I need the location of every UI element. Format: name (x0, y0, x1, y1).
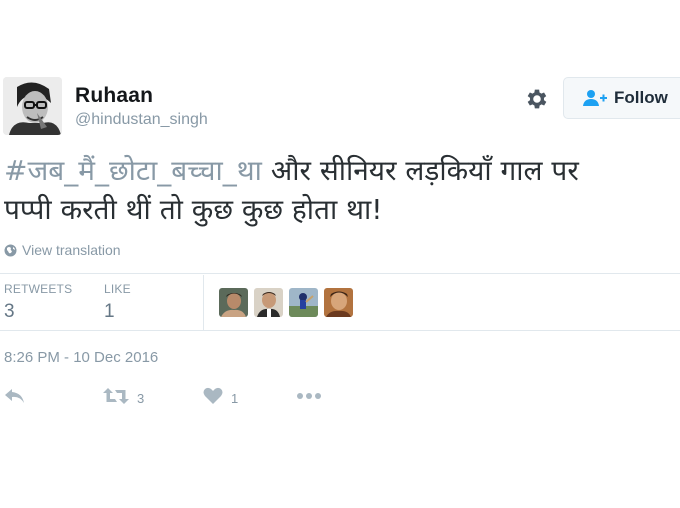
stats-separator (203, 275, 204, 330)
retweets-stat[interactable]: RETWEETS 3 (4, 282, 72, 323)
tweet-text-line-2: पप्पी करती थीं तो कुछ कुछ होता था! (4, 193, 383, 226)
retweets-value: 3 (4, 301, 15, 322)
gear-icon[interactable] (524, 86, 550, 112)
user-plus-icon (583, 89, 607, 107)
more-icon (296, 387, 322, 410)
liker-avatar[interactable] (254, 288, 283, 317)
follow-button-label: Follow (614, 88, 668, 107)
likes-stat[interactable]: LIKE 1 (104, 282, 131, 323)
user-handle[interactable]: @hindustan_singh (75, 111, 208, 129)
avatar[interactable] (3, 77, 62, 135)
retweet-icon (103, 387, 129, 410)
tweet-text-line-1: #जब_मैं_छोटा_बच्चा_था और सीनियर लड़कियाँ… (4, 151, 680, 190)
more-button[interactable] (296, 387, 322, 410)
divider (0, 330, 680, 331)
globe-icon (4, 244, 17, 257)
display-name[interactable]: Ruhaan (75, 84, 153, 108)
liker-avatar[interactable] (289, 288, 318, 317)
timestamp[interactable]: 8:26 PM - 10 Dec 2016 (4, 349, 158, 366)
retweets-label: RETWEETS (4, 282, 73, 296)
tweet-text-part: और सीनियर लड़कियाँ गाल पर (261, 154, 579, 187)
likes-label: LIKE (104, 282, 131, 296)
divider (0, 273, 680, 274)
view-translation-link[interactable]: View translation (4, 242, 121, 258)
hashtag-link[interactable]: #जब_मैं_छोटा_बच्चा_था (4, 154, 262, 187)
tweet-card: Ruhaan @hindustan_singh Follow #जब_मैं_छ… (0, 0, 680, 508)
heart-icon (203, 387, 223, 410)
follow-button[interactable]: Follow (563, 77, 680, 119)
likes-value: 1 (104, 301, 115, 322)
tweet-text: #जब_मैं_छोटा_बच्चा_था और सीनियर लड़कियाँ… (4, 151, 680, 229)
reply-button[interactable] (4, 387, 26, 410)
liker-avatars (219, 288, 359, 317)
retweet-count: 3 (137, 391, 145, 406)
reply-icon (4, 387, 26, 410)
liker-avatar[interactable] (324, 288, 353, 317)
liker-avatar[interactable] (219, 288, 248, 317)
retweet-button[interactable]: 3 (103, 387, 144, 410)
like-button[interactable]: 1 (203, 387, 238, 410)
like-count: 1 (231, 391, 239, 406)
view-translation-label: View translation (22, 242, 121, 258)
